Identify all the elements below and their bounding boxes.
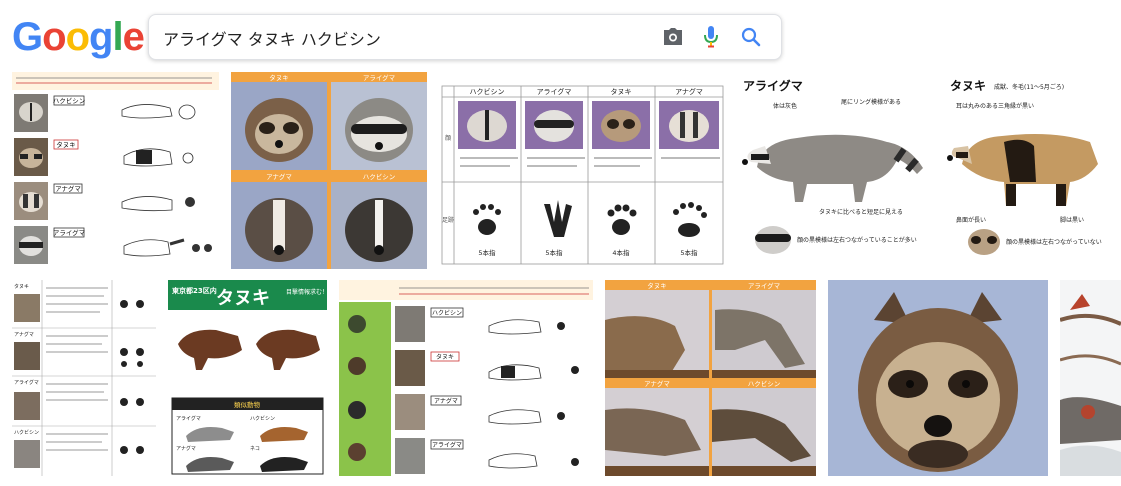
svg-text:アライグマ: アライグマ bbox=[176, 415, 201, 422]
svg-text:タヌキ: タヌキ bbox=[436, 353, 454, 361]
image-result[interactable]: タヌキ アナグマ アライグマ ハクビシン bbox=[12, 280, 156, 476]
svg-text:ハクビシン: ハクビシン bbox=[363, 172, 396, 181]
svg-text:タヌキ: タヌキ bbox=[611, 87, 632, 96]
image-result[interactable]: タヌキ アライグマ アナグマ ハクビシン bbox=[231, 72, 427, 269]
svg-text:アライグマ: アライグマ bbox=[537, 87, 572, 96]
svg-text:ハクビシン: ハクビシン bbox=[432, 309, 462, 317]
svg-text:アナグマ: アナグマ bbox=[176, 445, 196, 452]
image-result[interactable] bbox=[828, 280, 1048, 476]
svg-text:鼻面が長い: 鼻面が長い bbox=[956, 216, 986, 224]
image-results-grid: ハクビシン タヌキ アナグマ アライグマ タヌキ アライグマ アナグマ ハクビシ… bbox=[0, 66, 1121, 486]
svg-text:5本指: 5本指 bbox=[680, 248, 698, 257]
svg-text:アナグマ: アナグマ bbox=[644, 379, 670, 388]
svg-text:タヌキ: タヌキ bbox=[14, 283, 29, 290]
svg-text:アナグマ: アナグマ bbox=[55, 184, 81, 193]
svg-text:ハクビシン: ハクビシン bbox=[14, 429, 39, 436]
svg-text:ハクビシン: ハクビシン bbox=[470, 87, 505, 96]
logo-letter: o bbox=[65, 15, 90, 59]
image-result[interactable]: アライグマ 体は灰色 尾にリング模様がある タヌキに比べると短足に見える 顔の黒… bbox=[737, 72, 935, 269]
header: Google bbox=[0, 0, 1121, 66]
camera-icon[interactable] bbox=[661, 25, 685, 49]
svg-text:アライグマ: アライグマ bbox=[14, 379, 39, 386]
svg-text:耳は丸みのある三角縁が黒い: 耳は丸みのある三角縁が黒い bbox=[956, 102, 1034, 110]
svg-text:5本指: 5本指 bbox=[545, 248, 563, 257]
svg-text:成獣、冬毛(11～5月ごろ): 成獣、冬毛(11～5月ごろ) bbox=[994, 83, 1064, 91]
svg-text:顔の黒模様は左右つながっていない: 顔の黒模様は左右つながっていない bbox=[1006, 238, 1102, 246]
image-result[interactable]: 東京都23区内 タヌキ 目撃情報求む！ 類似動物 アライグマ ハクビシン アナグ… bbox=[168, 280, 327, 476]
image-result[interactable] bbox=[1060, 280, 1121, 476]
search-box bbox=[148, 14, 782, 61]
image-result[interactable]: ハクビシン アライグマ タヌキ アナグマ 顔 足跡 5本指 5本指 4本指 5本… bbox=[440, 72, 725, 269]
logo-letter: g bbox=[89, 15, 113, 59]
svg-text:アライグマ: アライグマ bbox=[432, 441, 462, 449]
svg-text:足跡: 足跡 bbox=[442, 216, 454, 224]
svg-text:東京都23区内: 東京都23区内 bbox=[172, 286, 217, 295]
svg-text:目撃情報求む！: 目撃情報求む！ bbox=[286, 288, 327, 296]
svg-text:ハクビシン: ハクビシン bbox=[250, 415, 275, 422]
microphone-icon[interactable] bbox=[699, 25, 723, 49]
search-icon[interactable] bbox=[739, 25, 763, 49]
image-result[interactable]: タヌキ アライグマ アナグマ ハクビシン bbox=[605, 280, 816, 476]
logo-letter: l bbox=[112, 15, 123, 59]
svg-text:ハクビシン: ハクビシン bbox=[748, 379, 781, 388]
svg-text:アライグマ: アライグマ bbox=[748, 281, 781, 290]
logo-letter: o bbox=[42, 15, 66, 59]
svg-text:体は灰色: 体は灰色 bbox=[773, 102, 797, 110]
svg-text:アナグマ: アナグマ bbox=[14, 331, 34, 338]
svg-text:顔の黒模様は左右つながっていることが多い: 顔の黒模様は左右つながっていることが多い bbox=[797, 236, 917, 244]
svg-text:タヌキ: タヌキ bbox=[269, 73, 289, 82]
logo-letter: e bbox=[122, 15, 145, 59]
svg-text:タヌキ: タヌキ bbox=[216, 288, 270, 309]
logo-letter: G bbox=[12, 15, 43, 59]
svg-text:タヌキに比べると短足に見える: タヌキに比べると短足に見える bbox=[819, 208, 903, 216]
image-result[interactable]: ハクビシン タヌキ アナグマ アライグマ bbox=[12, 72, 219, 269]
image-result[interactable]: タヌキ 成獣、冬毛(11～5月ごろ) 耳は丸みのある三角縁が黒い 鼻面が長い 脚… bbox=[944, 72, 1121, 269]
svg-text:アライグマ: アライグマ bbox=[743, 78, 803, 93]
svg-text:タヌキ: タヌキ bbox=[647, 281, 667, 290]
svg-text:5本指: 5本指 bbox=[478, 248, 496, 257]
google-logo[interactable]: Google bbox=[12, 14, 145, 60]
svg-text:ハクビシン: ハクビシン bbox=[53, 96, 86, 105]
svg-text:アライグマ: アライグマ bbox=[53, 228, 86, 237]
svg-text:アナグマ: アナグマ bbox=[266, 172, 292, 181]
svg-text:類似動物: 類似動物 bbox=[234, 400, 261, 409]
svg-text:タヌキ: タヌキ bbox=[56, 140, 76, 149]
search-input[interactable] bbox=[161, 15, 645, 61]
image-result[interactable]: ハクビシン タヌキ アナグマ アライグマ bbox=[339, 280, 593, 476]
svg-text:アナグマ: アナグマ bbox=[434, 397, 458, 405]
svg-text:アナグマ: アナグマ bbox=[675, 87, 703, 96]
svg-text:4本指: 4本指 bbox=[612, 248, 630, 257]
svg-text:尾にリング模様がある: 尾にリング模様がある bbox=[841, 98, 901, 106]
svg-text:顔: 顔 bbox=[445, 134, 451, 142]
svg-text:タヌキ: タヌキ bbox=[950, 79, 986, 93]
svg-text:アライグマ: アライグマ bbox=[363, 73, 396, 82]
svg-text:脚は黒い: 脚は黒い bbox=[1060, 216, 1084, 224]
svg-text:ネコ: ネコ bbox=[250, 446, 260, 452]
